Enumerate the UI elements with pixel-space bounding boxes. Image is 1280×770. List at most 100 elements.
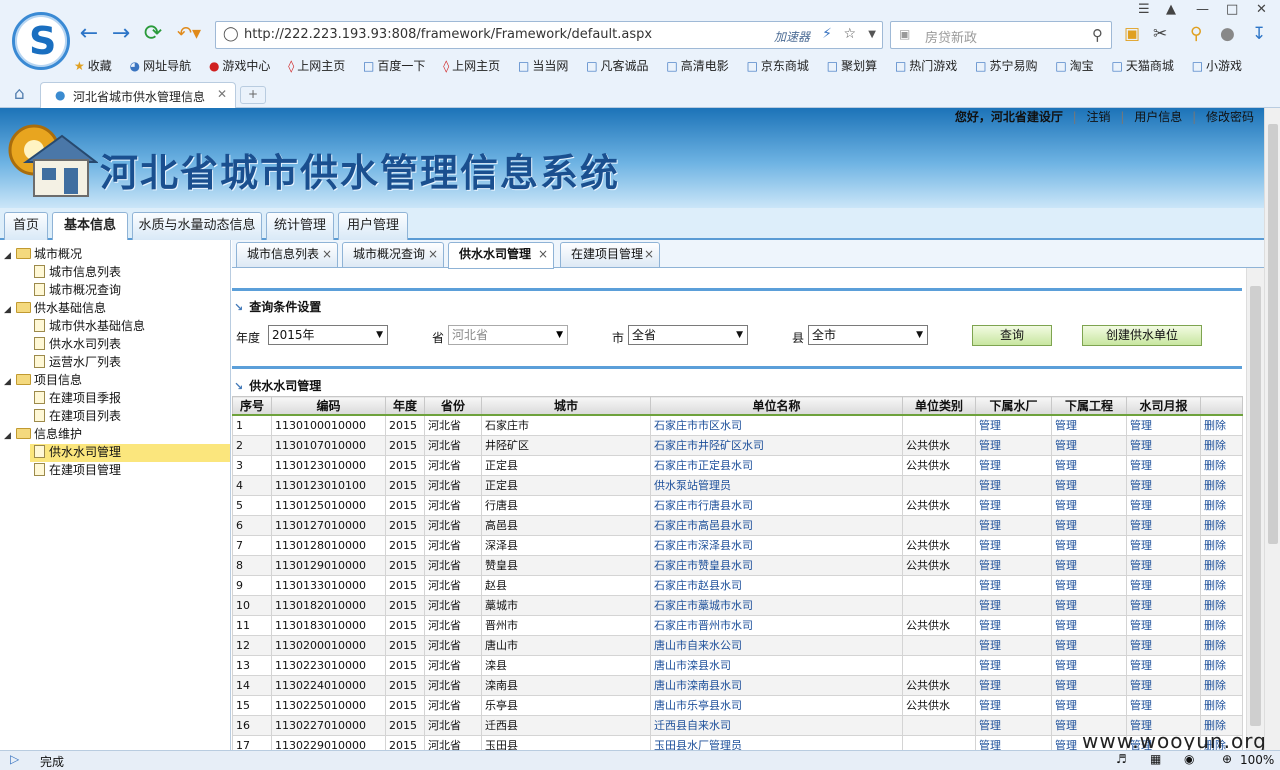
undo-icon[interactable]: ↶▾ [174, 20, 204, 48]
bookmark-item[interactable]: ★ 收藏 [74, 57, 112, 74]
bookmark-item[interactable]: ● 游戏中心 [209, 57, 271, 74]
tab-water-quality[interactable]: 水质与水量动态信息 [132, 212, 262, 240]
tree-folder-city-overview[interactable]: ◢ 城市概况 [4, 246, 82, 264]
close-tab-icon[interactable]: × [428, 243, 438, 266]
close-window-icon[interactable]: ✕ [1256, 2, 1267, 17]
manage-monthly-report-link[interactable]: 管理 [1126, 674, 1201, 696]
delete-link[interactable]: 删除 [1200, 434, 1243, 456]
manage-plants-link[interactable]: 管理 [975, 574, 1052, 596]
tree-item-water-company-list[interactable]: 供水水司列表 [34, 336, 121, 354]
content-scrollbar[interactable] [1246, 268, 1264, 750]
cell-unit-name[interactable]: 玉田县水厂管理员 [650, 734, 903, 750]
manage-projects-link[interactable]: 管理 [1051, 494, 1127, 516]
maximize-icon[interactable]: □ [1226, 2, 1238, 17]
tab-city-info-list[interactable]: 城市信息列表 × [236, 242, 338, 268]
manage-projects-link[interactable]: 管理 [1051, 634, 1127, 656]
delete-link[interactable]: 删除 [1200, 534, 1243, 556]
manage-monthly-report-link[interactable]: 管理 [1126, 454, 1201, 476]
manage-monthly-report-link[interactable]: 管理 [1126, 554, 1201, 576]
delete-link[interactable]: 删除 [1200, 514, 1243, 536]
bookmark-item[interactable]: □ 小游戏 [1192, 57, 1242, 74]
delete-link[interactable]: 删除 [1200, 574, 1243, 596]
delete-link[interactable]: 删除 [1200, 474, 1243, 496]
manage-monthly-report-link[interactable]: 管理 [1126, 474, 1201, 496]
manage-monthly-report-link[interactable]: 管理 [1126, 594, 1201, 616]
manage-projects-link[interactable]: 管理 [1051, 454, 1127, 476]
collapse-icon[interactable]: ◢ [4, 248, 16, 265]
bookmark-item[interactable]: □ 淘宝 [1055, 57, 1093, 74]
sidebar-toggle-icon[interactable]: ▷ [10, 752, 19, 766]
search-box[interactable]: ▣ 房贷新政 ⚲ [890, 21, 1112, 49]
manage-projects-link[interactable]: 管理 [1051, 514, 1127, 536]
scrollbar-thumb[interactable] [1250, 286, 1261, 726]
tree-folder-project-info[interactable]: ◢ 项目信息 [4, 372, 82, 390]
search-icon[interactable]: ⚲ [1092, 26, 1103, 44]
scissors-icon[interactable]: ✂ [1153, 24, 1167, 44]
col-header[interactable]: 序号 [232, 396, 272, 416]
tree-item-project-list[interactable]: 在建项目列表 [34, 408, 121, 426]
tree-item-water-company-manage[interactable]: 供水水司管理 [30, 444, 230, 462]
province-select[interactable]: 河北省 ▼ [448, 325, 568, 345]
collapse-icon[interactable]: ◢ [4, 428, 16, 445]
manage-projects-link[interactable]: 管理 [1051, 554, 1127, 576]
bookmark-item[interactable]: □ 苏宁易购 [975, 57, 1037, 74]
tab-statistics[interactable]: 统计管理 [266, 212, 334, 240]
manage-monthly-report-link[interactable]: 管理 [1126, 514, 1201, 536]
printer-icon[interactable]: ▦ [1150, 752, 1161, 766]
manage-plants-link[interactable]: 管理 [975, 694, 1052, 716]
col-header[interactable]: 水司月报 [1126, 396, 1201, 416]
manage-plants-link[interactable]: 管理 [975, 454, 1052, 476]
browser-tab[interactable]: ● 河北省城市供水管理信息 ✕ [40, 82, 236, 108]
manage-monthly-report-link[interactable]: 管理 [1126, 614, 1201, 636]
cell-unit-name[interactable]: 石家庄市行唐县水司 [650, 494, 903, 516]
manage-projects-link[interactable]: 管理 [1051, 694, 1127, 716]
manage-monthly-report-link[interactable]: 管理 [1126, 434, 1201, 456]
bookmark-item[interactable]: ◊ 上网主页 [443, 57, 500, 74]
refresh-icon[interactable]: ⟳ [142, 20, 164, 48]
tree-item-city-water-basic[interactable]: 城市供水基础信息 [34, 318, 145, 336]
close-tab-icon[interactable]: × [322, 243, 332, 266]
lightning-icon[interactable]: ⚡ [822, 26, 832, 42]
cell-unit-name[interactable]: 唐山市自来水公司 [650, 634, 903, 656]
manage-monthly-report-link[interactable]: 管理 [1126, 634, 1201, 656]
cell-unit-name[interactable]: 石家庄市高邑县水司 [650, 514, 903, 536]
year-select[interactable]: 2015年 ▼ [268, 325, 388, 345]
collapse-icon[interactable]: ◢ [4, 374, 16, 391]
tree-item-project-quarterly[interactable]: 在建项目季报 [34, 390, 121, 408]
tree-item-project-manage[interactable]: 在建项目管理 [34, 462, 121, 480]
manage-monthly-report-link[interactable]: 管理 [1126, 534, 1201, 556]
tab-user-management[interactable]: 用户管理 [338, 212, 408, 240]
city-select[interactable]: 全省 ▼ [628, 325, 748, 345]
manage-projects-link[interactable]: 管理 [1051, 414, 1127, 436]
manage-plants-link[interactable]: 管理 [975, 654, 1052, 676]
tree-item-plant-list[interactable]: 运营水厂列表 [34, 354, 121, 372]
tree-item-city-overview-query[interactable]: 城市概况查询 [34, 282, 121, 300]
delete-link[interactable]: 删除 [1200, 554, 1243, 576]
delete-link[interactable]: 删除 [1200, 654, 1243, 676]
tree-folder-water-basic[interactable]: ◢ 供水基础信息 [4, 300, 106, 318]
col-header[interactable]: 下属工程 [1051, 396, 1127, 416]
tab-project-manage[interactable]: 在建项目管理 × [560, 242, 660, 268]
manage-plants-link[interactable]: 管理 [975, 734, 1052, 750]
zoom-icon[interactable]: ⊕ [1222, 752, 1232, 766]
cell-unit-name[interactable]: 唐山市滦南县水司 [650, 674, 903, 696]
page-scrollbar[interactable] [1264, 108, 1280, 750]
cell-unit-name[interactable]: 石家庄市晋州市水司 [650, 614, 903, 636]
manage-monthly-report-link[interactable]: 管理 [1126, 574, 1201, 596]
close-tab-icon[interactable]: × [538, 243, 548, 266]
manage-plants-link[interactable]: 管理 [975, 614, 1052, 636]
tab-city-overview-query[interactable]: 城市概况查询 × [342, 242, 444, 268]
menu-icon[interactable]: ☰ [1138, 2, 1150, 17]
address-bar[interactable]: ◯ http://222.223.193.93:808/framework/Fr… [215, 21, 883, 49]
close-tab-icon[interactable]: ✕ [217, 87, 227, 101]
manage-plants-link[interactable]: 管理 [975, 494, 1052, 516]
close-tab-icon[interactable]: × [644, 243, 654, 266]
manage-projects-link[interactable]: 管理 [1051, 614, 1127, 636]
county-select[interactable]: 全市 ▼ [808, 325, 928, 345]
delete-link[interactable]: 删除 [1200, 614, 1243, 636]
manage-plants-link[interactable]: 管理 [975, 414, 1052, 436]
back-arrow-icon[interactable]: ← [78, 20, 100, 48]
col-header[interactable]: 编码 [271, 396, 386, 416]
skin-icon[interactable]: ▲ [1166, 2, 1176, 17]
download-status-icon[interactable]: ◉ [1184, 752, 1194, 766]
